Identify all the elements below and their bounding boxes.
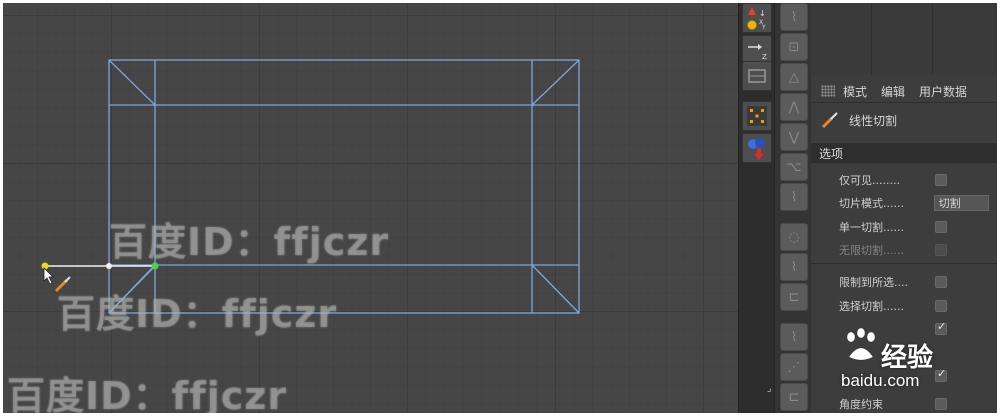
polygon-tool-icon: ⌥ bbox=[786, 159, 802, 175]
tool-button[interactable]: ⊏ bbox=[780, 383, 808, 411]
option-slice-mode: 切片模式...... 切割 bbox=[839, 194, 989, 212]
panel-menubar: 模式 编辑 用户数据 bbox=[811, 80, 997, 103]
tool-strip-secondary: ⌇ ⊡ △ ⋀ ⋁ ⌥ ⌇ ◌ ⌇ ⊏ ⌇ ⋰ ⊏ bbox=[774, 3, 811, 413]
app-window: 百度ID：ffjczr 百度ID：ffjczr 百度ID：ffjczr ↓ X … bbox=[3, 3, 997, 413]
axis-icon: ↓ X Y bbox=[747, 7, 766, 31]
option-label: 选择切割...... bbox=[839, 300, 904, 313]
option-select-cut: 选择切割...... bbox=[839, 297, 989, 315]
tool-button[interactable]: ⌇ bbox=[780, 183, 808, 211]
polygon-tool-icon: ⌇ bbox=[790, 259, 798, 275]
brand-url: baidu.com bbox=[841, 371, 920, 390]
brand-text: 经验 bbox=[881, 343, 934, 373]
polygon-tool-icon: ◌ bbox=[788, 229, 800, 245]
arrow-right-icon: Z bbox=[748, 44, 767, 61]
outer-rect bbox=[108, 59, 580, 314]
dropdown-value: 切割 bbox=[938, 197, 961, 210]
restrict-selection-checkbox[interactable] bbox=[935, 276, 947, 288]
tool-button[interactable]: ⌇ bbox=[780, 253, 808, 281]
option-single-cut: 单一切割...... bbox=[839, 218, 989, 236]
corner-mark-icon: ⌟ bbox=[767, 383, 772, 394]
slice-mode-dropdown[interactable]: 切割 bbox=[933, 195, 989, 211]
knife-icon bbox=[821, 112, 838, 129]
knife-cursor-icon bbox=[43, 267, 71, 293]
tool-button[interactable]: ⌇ bbox=[780, 3, 808, 31]
tool-button[interactable]: ⋁ bbox=[780, 123, 808, 151]
spheres-render-icon bbox=[748, 138, 765, 160]
svg-text:↓: ↓ bbox=[759, 9, 766, 18]
section-options[interactable]: 选项 bbox=[811, 143, 997, 163]
menu-edit[interactable]: 编辑 bbox=[881, 83, 905, 100]
watermark-text: 百度ID：ffjczr bbox=[7, 374, 288, 413]
option-label: 切片模式...... bbox=[839, 197, 904, 210]
tool-button[interactable]: ◌ bbox=[780, 223, 808, 251]
tool-button[interactable]: ⋀ bbox=[780, 93, 808, 121]
polygon-tool-icon: ⊏ bbox=[788, 389, 800, 405]
menu-mode[interactable]: 模式 bbox=[843, 83, 867, 100]
tool-strip-primary: ↓ X Y Z ⌟ bbox=[738, 3, 775, 413]
object-manager[interactable] bbox=[811, 3, 997, 75]
option-infinite-cut: 无限切割...... bbox=[839, 241, 989, 259]
polygon-tool-icon: ⌇ bbox=[790, 9, 798, 25]
polygon-tool-icon: ⊏ bbox=[788, 289, 800, 305]
svg-text:Z: Z bbox=[762, 53, 767, 61]
watermark-text: 百度ID：ffjczr bbox=[57, 292, 338, 336]
grip-icon[interactable] bbox=[821, 85, 835, 97]
section-title: 选项 bbox=[819, 146, 844, 161]
site-watermark: 经验 baidu.com bbox=[841, 317, 961, 395]
angle-constraint-checkbox[interactable] bbox=[935, 398, 947, 410]
tool-button[interactable]: ⊏ bbox=[780, 283, 808, 311]
tool-button[interactable]: ⋰ bbox=[780, 353, 808, 381]
option-label: 角度约束 bbox=[839, 398, 883, 411]
film-icon bbox=[748, 69, 766, 83]
svg-text:Y: Y bbox=[761, 24, 766, 31]
polygon-tool-icon: △ bbox=[789, 69, 799, 85]
visible-only-checkbox[interactable] bbox=[935, 174, 947, 186]
axis-tools[interactable]: ↓ X Y bbox=[742, 3, 772, 33]
infinite-cut-checkbox[interactable] bbox=[935, 244, 947, 256]
tool-button[interactable]: △ bbox=[780, 63, 808, 91]
polygon-tool-icon: ⊡ bbox=[788, 39, 800, 55]
polygon-tool-icon: ⌇ bbox=[790, 329, 798, 345]
render-button[interactable] bbox=[742, 133, 772, 163]
viewport[interactable]: 百度ID：ffjczr 百度ID：ffjczr 百度ID：ffjczr bbox=[3, 3, 738, 413]
option-restrict-selection: 限制到所选.... bbox=[839, 273, 989, 291]
render-view-tool[interactable] bbox=[742, 61, 772, 91]
paw-logo-icon bbox=[846, 327, 876, 361]
tool-name: 线性切割 bbox=[849, 113, 898, 128]
divider bbox=[811, 263, 997, 264]
mesh-wireframe bbox=[41, 59, 580, 314]
option-label: 仅可见........ bbox=[839, 174, 900, 187]
option-label: 单一切割...... bbox=[839, 221, 904, 234]
active-tool-header: 线性切割 bbox=[811, 107, 997, 133]
polygon-tool-icon: ⋀ bbox=[788, 99, 800, 115]
points-mode-button[interactable] bbox=[742, 101, 772, 131]
tool-button[interactable]: ⊡ bbox=[780, 33, 808, 61]
single-cut-checkbox[interactable] bbox=[935, 221, 947, 233]
watermark-text: 百度ID：ffjczr bbox=[109, 220, 390, 264]
option-angle-constraint: 角度约束 bbox=[839, 395, 989, 413]
polygon-tool-icon: ⋁ bbox=[788, 129, 800, 145]
select-cut-checkbox[interactable] bbox=[935, 300, 947, 312]
tool-button[interactable]: ⌇ bbox=[780, 323, 808, 351]
tool-button[interactable]: ⌥ bbox=[780, 153, 808, 181]
polygon-tool-icon: ⌇ bbox=[790, 189, 798, 205]
option-label: 无限切割...... bbox=[839, 244, 904, 257]
menu-user-data[interactable]: 用户数据 bbox=[919, 83, 967, 100]
option-label: 限制到所选.... bbox=[839, 276, 908, 289]
polygon-tool-icon: ⋰ bbox=[787, 359, 801, 375]
option-visible-only: 仅可见........ bbox=[839, 171, 989, 189]
points-mode-icon bbox=[747, 106, 767, 126]
